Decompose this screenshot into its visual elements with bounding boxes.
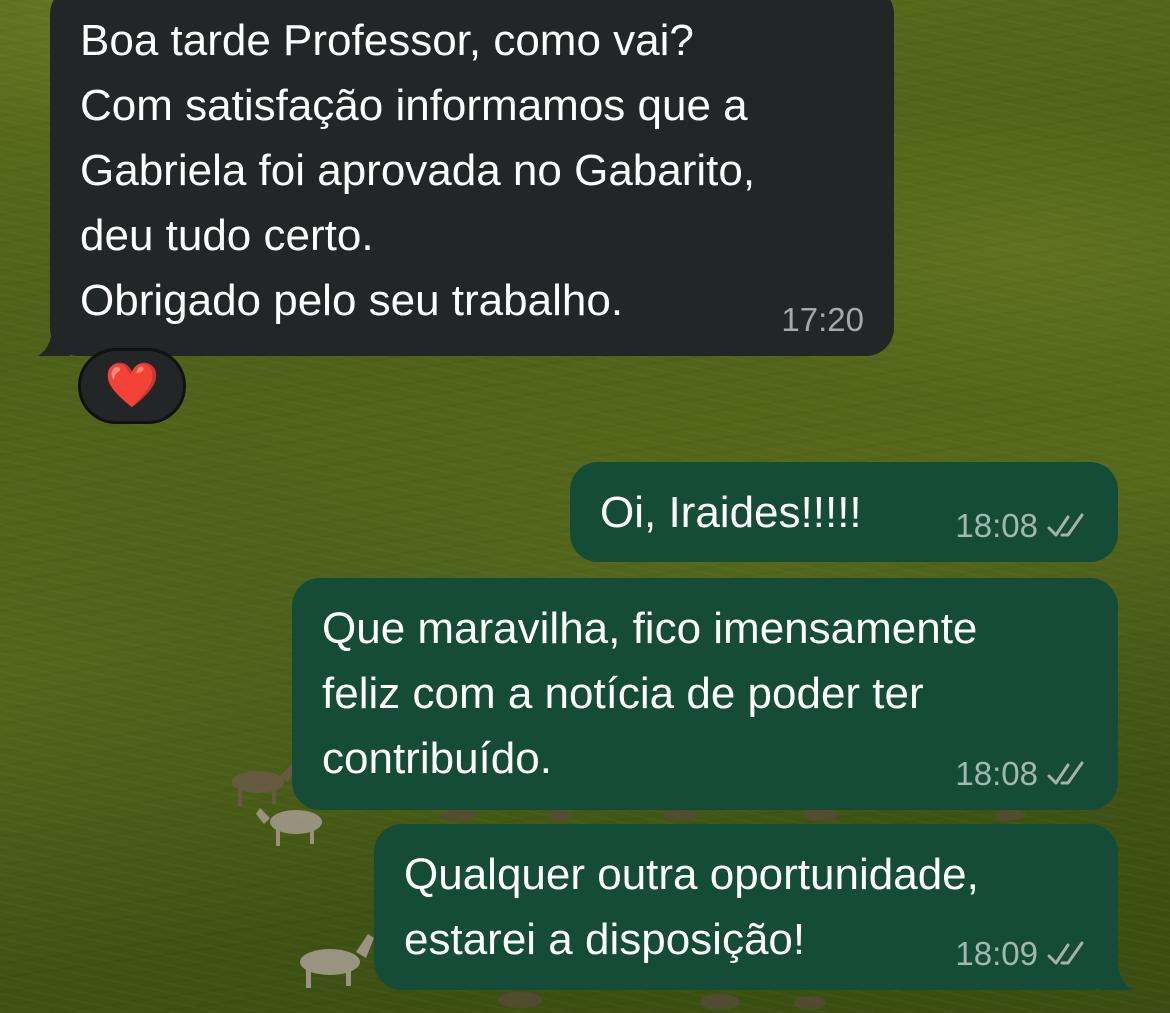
outgoing-message-bubble[interactable]: Qualquer outra oportunidade, estarei a d… xyxy=(374,824,1118,990)
message-text-line: Obrigado pelo seu trabalho. xyxy=(80,276,624,325)
double-check-icon xyxy=(1047,513,1084,537)
message-meta: 18:08 xyxy=(955,506,1092,546)
outgoing-message-bubble[interactable]: Que maravilha, fico imensamente feliz co… xyxy=(292,578,1118,810)
double-check-icon xyxy=(1047,761,1084,785)
message-text-line: feliz com a notícia de poder ter xyxy=(322,669,924,718)
message-text-line: deu tudo certo. xyxy=(80,211,374,260)
message-time: 17:20 xyxy=(781,301,864,338)
message-text-line: Que maravilha, fico imensamente xyxy=(322,604,978,653)
message-text-line: Gabriela foi aprovada no Gabarito, xyxy=(80,146,756,195)
message-meta: 17:20 xyxy=(781,300,864,340)
message-time: 18:08 xyxy=(955,507,1038,544)
message-time: 18:09 xyxy=(955,935,1038,972)
message-meta: 18:09 xyxy=(955,934,1092,974)
message-text-line: Com satisfação informamos que a xyxy=(80,81,748,130)
message-meta: 18:08 xyxy=(955,754,1092,794)
incoming-message-bubble[interactable]: Boa tarde Professor, como vai? Com satis… xyxy=(50,0,894,356)
double-check-icon xyxy=(1047,941,1084,965)
outgoing-message-bubble[interactable]: Oi, Iraides!!!!! 18:08 xyxy=(570,462,1118,562)
message-time: 18:08 xyxy=(955,755,1038,792)
heart-reaction-icon: ❤️ xyxy=(104,360,160,411)
reaction-badge[interactable]: ❤️ xyxy=(78,348,186,424)
message-text-line: Qualquer outra oportunidade, xyxy=(404,850,979,899)
message-text-line: Boa tarde Professor, como vai? xyxy=(80,16,694,65)
